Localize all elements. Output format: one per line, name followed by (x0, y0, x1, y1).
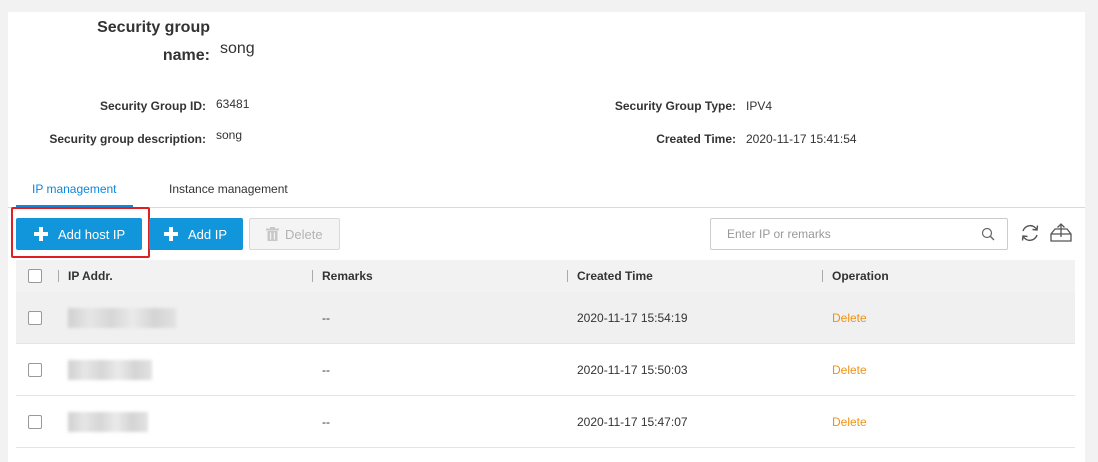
search-box (710, 218, 1008, 250)
column-header-ip[interactable]: IP Addr. (68, 269, 113, 283)
select-all-checkbox[interactable] (28, 269, 42, 283)
row-created-time: 2020-11-17 15:54:19 (577, 311, 688, 325)
search-input[interactable] (727, 220, 967, 248)
security-group-id-label: Security Group ID: (99, 99, 206, 113)
tab-ip-management[interactable]: IP management (32, 182, 117, 196)
table-row[interactable]: -- 2020-11-17 15:54:19 Delete (16, 292, 1075, 344)
row-delete-link[interactable]: Delete (832, 363, 867, 377)
redacted-ip-address (68, 412, 148, 432)
security-group-id-value: 63481 (216, 97, 250, 111)
row-delete-link[interactable]: Delete (832, 415, 867, 429)
refresh-icon[interactable] (1019, 222, 1041, 244)
row-remarks: -- (322, 311, 330, 325)
add-host-ip-button[interactable]: Add host IP (16, 218, 142, 250)
tab-bar: IP management Instance management (8, 180, 1085, 208)
export-icon[interactable] (1049, 222, 1073, 244)
created-time-value: 2020-11-17 15:41:54 (746, 132, 857, 146)
table-header: IP Addr. Remarks Created Time Operation (16, 260, 1075, 292)
table-row[interactable]: -- 2020-11-17 15:50:03 Delete (16, 344, 1075, 396)
row-remarks: -- (322, 415, 330, 429)
column-divider (312, 270, 313, 282)
security-group-name-label: Security group name: (97, 19, 210, 64)
security-group-description-label: Security group description: (49, 132, 206, 146)
column-header-remarks[interactable]: Remarks (322, 269, 373, 283)
security-group-name-value: song (220, 40, 255, 57)
column-divider (567, 270, 568, 282)
row-checkbox[interactable] (28, 415, 42, 429)
row-checkbox[interactable] (28, 311, 42, 325)
tab-instance-management[interactable]: Instance management (169, 182, 288, 196)
row-remarks: -- (322, 363, 330, 377)
row-delete-link[interactable]: Delete (832, 311, 867, 325)
add-ip-label: Add IP (188, 226, 228, 242)
row-checkbox[interactable] (28, 363, 42, 377)
row-created-time: 2020-11-17 15:50:03 (577, 363, 688, 377)
row-created-time: 2020-11-17 15:47:07 (577, 415, 688, 429)
delete-button[interactable]: Delete (249, 218, 340, 250)
column-header-operation[interactable]: Operation (832, 269, 889, 283)
delete-label: Delete (285, 226, 323, 242)
trash-icon (266, 227, 279, 241)
column-divider (822, 270, 823, 282)
security-group-description-value: song (216, 128, 243, 142)
plus-icon (164, 227, 178, 241)
security-group-type-label: Security Group Type: (614, 99, 736, 113)
table-row[interactable]: -- 2020-11-17 15:47:07 Delete (16, 396, 1075, 448)
add-host-ip-label: Add host IP (58, 226, 126, 242)
redacted-ip-address (68, 360, 152, 380)
column-divider (58, 270, 59, 282)
created-time-label: Created Time: (656, 132, 736, 146)
plus-icon (34, 227, 48, 241)
security-group-type-value: IPV4 (746, 99, 773, 113)
add-ip-button[interactable]: Add IP (149, 218, 243, 250)
column-header-created-time[interactable]: Created Time (577, 269, 653, 283)
redacted-ip-address (68, 308, 176, 328)
search-icon[interactable] (981, 227, 995, 241)
